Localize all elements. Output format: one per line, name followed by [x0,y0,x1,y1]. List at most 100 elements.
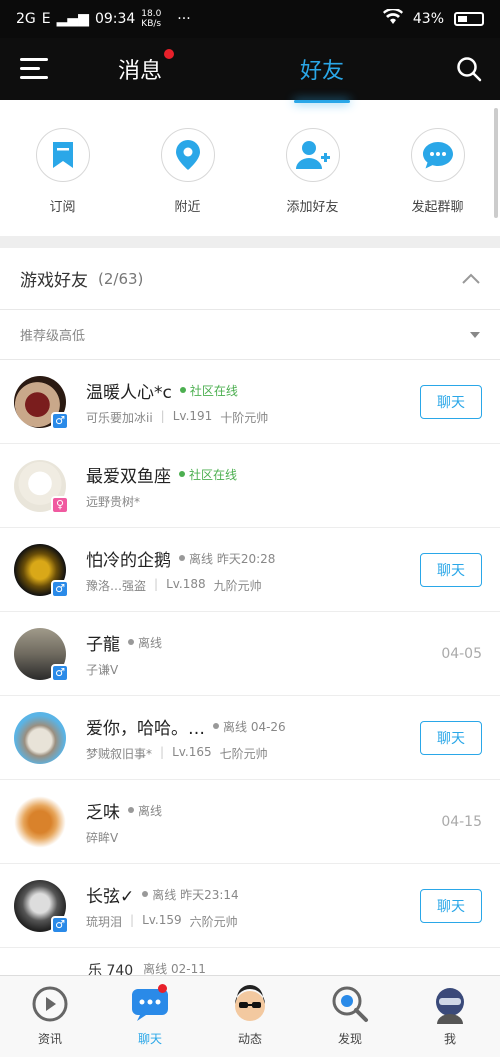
friend-nickname: 子谦V [86,662,119,677]
caret-down-icon [470,331,480,338]
male-icon: ♂ [51,915,69,934]
friend-row[interactable]: ♂ 子龍 离线 子谦V 04-05 [0,612,500,696]
friends-section: 游戏好友 (2/63) 推荐级高低 ♂ 温暖人心*c 社区在线 可乐要加冰ii |… [0,248,500,978]
clock: 09:34 [94,11,136,27]
avatar: ♂ [14,627,69,682]
subscribe-label: 订阅 [49,200,76,215]
avatar: ♂ [14,375,69,430]
nav-news[interactable]: 资讯 [0,976,100,1057]
network-type: 2G [16,11,36,27]
feed-avatar-icon [230,984,270,1024]
friend-nickname: 可乐要加冰ii [86,410,153,425]
female-icon: ♀ [51,495,69,514]
search-icon[interactable] [456,56,482,82]
friend-row[interactable]: 乏味 离线 碎眸V 04-15 [0,780,500,864]
group-title: 游戏好友 [20,271,88,291]
friend-name: 温暖人心*c [86,382,172,403]
friend-row[interactable]: ♀ 最爱双鱼座 社区在线 远野贵树* [0,444,500,528]
group-count: (2/63) [98,269,144,288]
friend-nickname: 豫洛…强盗 [86,578,147,593]
friend-name: 长弦✓ [86,886,135,907]
menu-icon[interactable] [20,58,48,80]
status-offline: 离线 昨天20:28 [179,550,275,567]
status-online: 社区在线 [179,466,237,483]
friend-name: 最爱双鱼座 [86,466,171,487]
group-chat-icon [410,128,465,182]
status-offline: 离线 [128,634,162,651]
nearby-label: 附近 [174,200,201,215]
chevron-up-icon [462,273,480,284]
sort-dropdown[interactable]: 推荐级高低 [0,310,500,360]
tab-friends[interactable]: 好友 [293,53,351,103]
network-type-2: E [41,11,51,27]
discover-icon [330,984,370,1024]
nav-discover[interactable]: 发现 [300,976,400,1057]
avatar: ♂ [14,879,69,934]
last-seen-date: 04-15 [441,813,482,830]
group-chat-label: 发起群聊 [411,200,464,215]
chat-button[interactable]: 聊天 [420,888,482,923]
more-dots: ··· [177,11,191,27]
friend-nickname: 琉玥泪 [86,914,123,929]
status-offline: 离线 昨天23:14 [142,886,239,903]
bottom-nav: 资讯 聊天 动态 发现 我 [0,975,500,1057]
group-header[interactable]: 游戏好友 (2/63) [0,248,500,310]
friend-level: Lv.188 [166,576,206,591]
bookmark-icon [35,128,90,182]
last-seen-date: 04-05 [441,645,482,662]
status-offline: 离线 04-26 [213,718,286,735]
nav-news-label: 资讯 [37,1032,62,1046]
nearby-action[interactable]: 附近 [133,128,243,236]
status-offline: 离线 [128,802,162,819]
chat-button[interactable]: 聊天 [420,552,482,587]
male-icon: ♂ [51,663,69,682]
friend-rank: 七阶元帅 [219,746,268,761]
friend-row[interactable]: ♂ 温暖人心*c 社区在线 可乐要加冰ii | Lv.191 十阶元帅 聊天 [0,360,500,444]
scrollbar[interactable] [494,108,498,218]
avatar [14,711,66,764]
friend-row-partial[interactable]: 乐 740 离线 02-11 [0,948,500,978]
status-bar: 2G E ▂▄▆ 09:34 18.0 KB/s ··· 43% [0,0,500,38]
nav-discover-label: 发现 [337,1032,362,1046]
nav-feed[interactable]: 动态 [200,976,300,1057]
chat-button[interactable]: 聊天 [420,384,482,419]
nav-chat[interactable]: 聊天 [100,976,200,1057]
net-speed: 18.0 KB/s [141,9,162,29]
friend-nickname: 碎眸V [86,830,119,845]
news-icon [30,984,70,1024]
me-icon [430,984,470,1024]
friend-level: Lv.165 [172,744,212,759]
friend-nickname: 远野贵树* [86,494,141,509]
subscribe-action[interactable]: 订阅 [8,128,118,236]
friend-rank: 九阶元帅 [213,578,262,593]
friend-row[interactable]: ♂ 长弦✓ 离线 昨天23:14 琉玥泪 | Lv.159 六阶元帅 聊天 [0,864,500,948]
signal-icon: ▂▄▆ [56,11,89,27]
add-friend-label: 添加好友 [286,200,339,215]
avatar: ♂ [14,543,69,598]
sort-label: 推荐级高低 [20,329,86,344]
unread-dot [158,984,167,993]
quick-actions: 订阅 附近 添加好友 发起群聊 [0,100,500,236]
friend-row[interactable]: ♂ 怕冷的企鹅 离线 昨天20:28 豫洛…强盗 | Lv.188 九阶元帅 聊天 [0,528,500,612]
friend-name: 怕冷的企鹅 [86,550,171,571]
nav-feed-label: 动态 [237,1032,262,1046]
friend-nickname: 梦贼叙旧事* [86,746,153,761]
unread-dot [164,49,175,59]
battery-percent: 43% [412,11,444,27]
friend-level: Lv.159 [142,912,182,927]
avatar [14,795,66,848]
status-online: 社区在线 [179,382,238,399]
chat-button[interactable]: 聊天 [420,720,482,755]
male-icon: ♂ [51,411,69,430]
group-chat-action[interactable]: 发起群聊 [383,128,493,236]
friend-row[interactable]: 爱你，哈哈。… 离线 04-26 梦贼叙旧事* | Lv.165 七阶元帅 聊天 [0,696,500,780]
tab-messages[interactable]: 消息 [118,49,175,85]
add-friend-icon [285,128,340,182]
add-friend-action[interactable]: 添加好友 [258,128,368,236]
friend-name: 子龍 [86,634,120,655]
friend-rank: 十阶元帅 [220,410,269,425]
friend-name: 爱你，哈哈。… [86,718,205,739]
male-icon: ♂ [51,579,69,598]
friend-name: 乏味 [86,802,120,823]
nav-me[interactable]: 我 [400,976,500,1057]
